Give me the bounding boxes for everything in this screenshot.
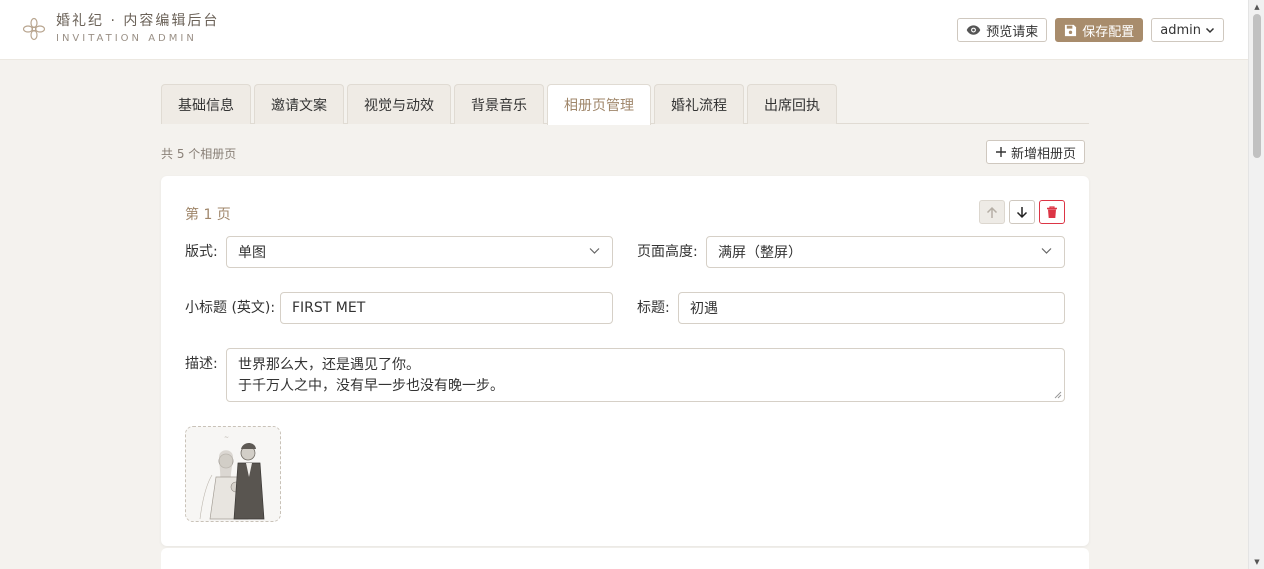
app-subtitle: INVITATION ADMIN (56, 33, 197, 44)
couple-sketch-image: ~ (186, 427, 280, 521)
album-photo-thumbnail[interactable]: ~ (185, 426, 281, 522)
save-button[interactable]: 保存配置 (1055, 18, 1144, 42)
title-label: 标题: (637, 300, 670, 316)
subtitle-en-value: FIRST MET (292, 300, 366, 316)
chevron-down-icon (1205, 27, 1215, 34)
page-scrollbar[interactable]: ▲ ▼ (1248, 0, 1264, 569)
arrow-down-icon (1016, 206, 1028, 218)
layout-value: 单图 (238, 245, 266, 261)
preview-button[interactable]: 预览请柬 (957, 18, 1048, 42)
layout-select[interactable]: 单图 (226, 236, 613, 268)
layout-label: 版式: (185, 244, 218, 260)
page-number-label: 第 1 页 (185, 207, 231, 223)
resize-handle-icon[interactable] (1054, 391, 1062, 399)
title-input[interactable]: 初遇 (678, 292, 1065, 324)
eye-icon (966, 25, 981, 35)
album-count: 共 5 个相册页 (161, 147, 237, 161)
album-page-card-next (161, 548, 1089, 569)
chevron-down-icon (589, 248, 600, 254)
add-album-page-button[interactable]: 新增相册页 (986, 140, 1086, 164)
trash-icon (1047, 205, 1057, 218)
title-value: 初遇 (690, 301, 718, 317)
page-height-label: 页面高度: (637, 244, 698, 260)
tab-rsvp[interactable]: 出席回执 (747, 84, 837, 124)
move-down-button[interactable] (1009, 200, 1035, 224)
tab-invitation-text[interactable]: 邀请文案 (254, 84, 344, 124)
description-textarea[interactable]: 世界那么大，还是遇见了你。 于千万人之中，没有早一步也没有晚一步。 (226, 348, 1065, 402)
user-menu-button[interactable]: admin (1151, 18, 1224, 42)
chevron-down-icon (1041, 248, 1052, 254)
album-page-card: 第 1 页 版式: 单图 页面高度: 满屏（整屏） 小标题 (英文): FIRS… (161, 176, 1089, 546)
flower-logo-icon (22, 17, 46, 41)
save-label: 保存配置 (1082, 24, 1135, 40)
user-name: admin (1160, 22, 1201, 38)
brand: 婚礼纪 · 内容编辑后台 INVITATION ADMIN (22, 12, 219, 46)
tab-background-music[interactable]: 背景音乐 (454, 84, 544, 124)
subtitle-en-input[interactable]: FIRST MET (280, 292, 613, 324)
tab-wedding-schedule[interactable]: 婚礼流程 (654, 84, 744, 124)
description-line-2: 于千万人之中，没有早一步也没有晚一步。 (238, 378, 504, 394)
description-line-1: 世界那么大，还是遇见了你。 (238, 357, 420, 373)
arrow-up-icon (986, 206, 998, 218)
plus-icon (996, 147, 1006, 157)
tab-album-pages[interactable]: 相册页管理 (547, 84, 651, 125)
scroll-up-arrow-icon[interactable]: ▲ (1249, 0, 1264, 14)
description-label: 描述: (185, 356, 218, 372)
scroll-down-arrow-icon[interactable]: ▼ (1249, 555, 1264, 569)
tab-visual-effects[interactable]: 视觉与动效 (347, 84, 451, 124)
scrollbar-thumb[interactable] (1253, 14, 1261, 158)
preview-label: 预览请柬 (986, 24, 1039, 40)
app-title: 婚礼纪 · 内容编辑后台 (56, 13, 220, 29)
tab-basic-info[interactable]: 基础信息 (161, 84, 251, 124)
svg-text:~: ~ (224, 434, 229, 441)
top-header: 婚礼纪 · 内容编辑后台 INVITATION ADMIN 预览请柬 保存配置 … (0, 0, 1248, 60)
delete-page-button[interactable] (1039, 200, 1065, 224)
tab-bar: 基础信息 邀请文案 视觉与动效 背景音乐 相册页管理 婚礼流程 出席回执 (161, 84, 1089, 125)
add-album-page-label: 新增相册页 (1011, 146, 1077, 162)
page-height-value: 满屏（整屏） (718, 245, 802, 261)
page-height-select[interactable]: 满屏（整屏） (706, 236, 1065, 268)
move-up-button[interactable] (979, 200, 1005, 224)
subtitle-en-label: 小标题 (英文): (185, 300, 276, 316)
save-icon (1065, 24, 1077, 36)
